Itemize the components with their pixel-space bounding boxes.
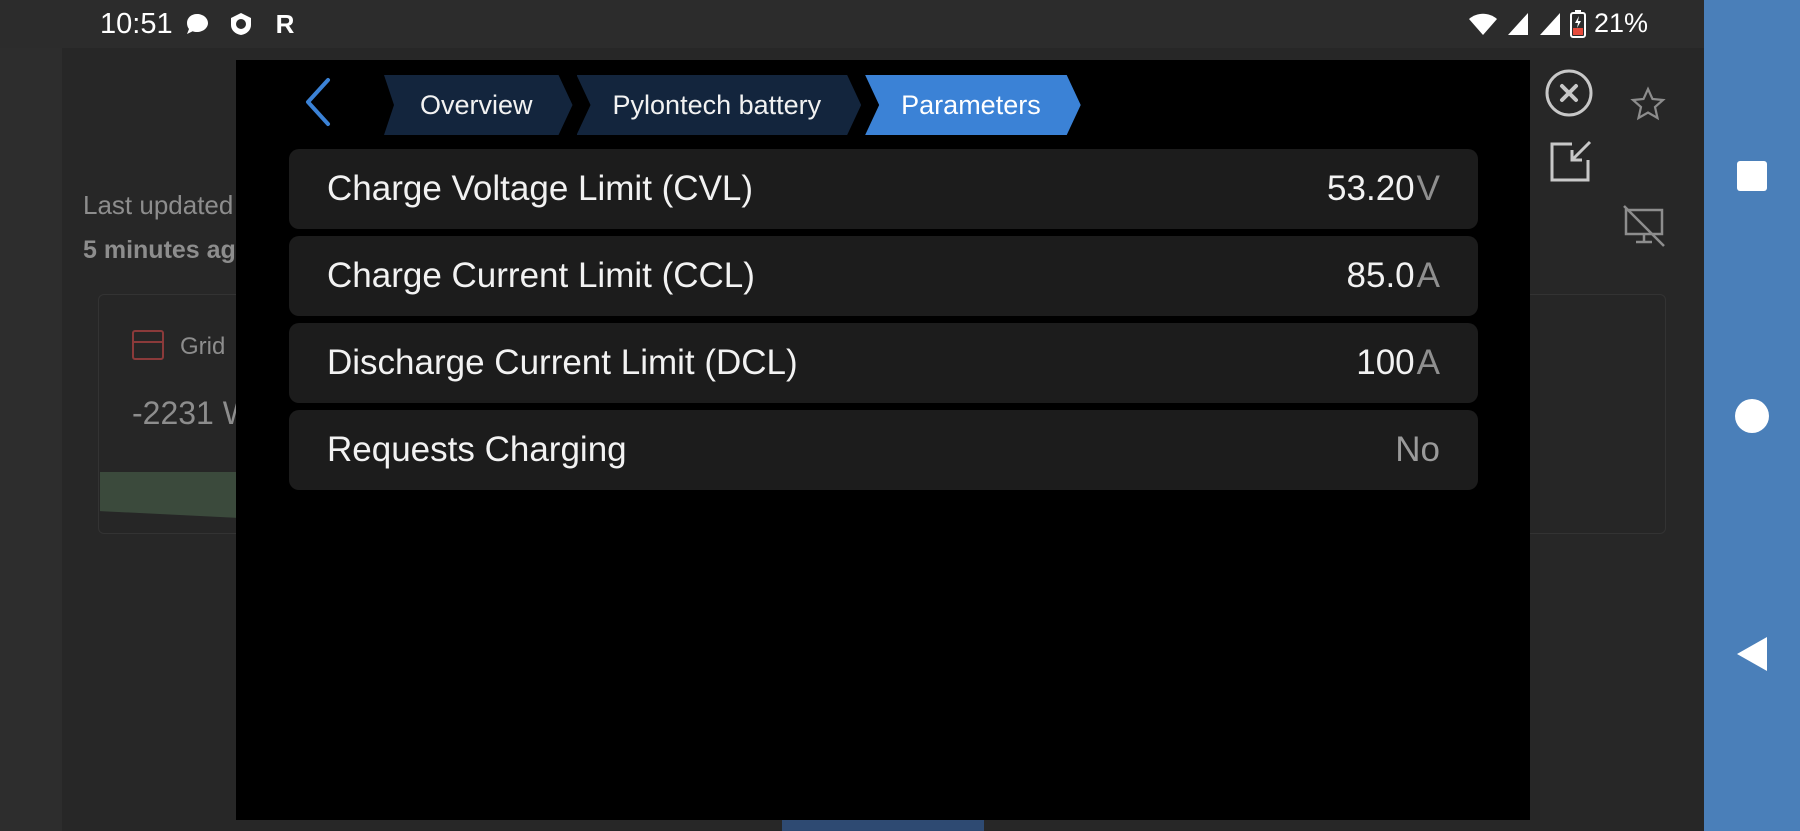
home-circle-icon[interactable]	[1734, 398, 1770, 434]
grid-graph	[100, 472, 240, 518]
param-label: Discharge Current Limit (DCL)	[327, 343, 798, 382]
status-bar: 10:51 R 21%	[0, 0, 1704, 48]
param-unit: V	[1416, 169, 1440, 208]
back-chevron-icon[interactable]	[298, 76, 338, 128]
last-updated-label: Last updated	[83, 190, 234, 220]
status-icons: 21%	[1468, 8, 1648, 39]
param-row-dcl: Discharge Current Limit (DCL) 100A	[289, 323, 1478, 403]
param-value: 100	[1356, 343, 1415, 382]
breadcrumb-pylontech-battery[interactable]: Pylontech battery	[577, 75, 862, 135]
battery-icon	[1569, 9, 1586, 38]
grid-value: -2231 W	[132, 395, 253, 431]
last-updated-value: 5 minutes ag	[83, 236, 236, 264]
chat-bubble-icon	[184, 11, 210, 37]
param-value: 85.0	[1346, 256, 1415, 295]
r-app-icon: R	[275, 8, 295, 39]
breadcrumb-label: Overview	[420, 90, 533, 120]
star-icon[interactable]	[1630, 86, 1666, 122]
grid-icon	[132, 330, 164, 360]
breadcrumb-parameters[interactable]: Parameters	[865, 75, 1081, 135]
param-value: 53.20	[1327, 169, 1415, 208]
close-icon[interactable]	[1544, 68, 1594, 118]
grid-label: Grid	[180, 333, 226, 360]
status-time: 10:51	[100, 8, 173, 40]
param-unit: A	[1416, 256, 1440, 295]
recents-square-icon[interactable]	[1736, 160, 1768, 192]
breadcrumb-overview[interactable]: Overview	[384, 75, 573, 135]
wifi-icon	[1468, 13, 1497, 35]
param-label: Requests Charging	[327, 430, 627, 469]
shield-app-icon	[228, 11, 254, 37]
param-value: No	[1395, 430, 1440, 469]
param-row-cvl: Charge Voltage Limit (CVL) 53.20V	[289, 149, 1478, 229]
cell-signal-icon	[1507, 12, 1528, 35]
param-label: Charge Voltage Limit (CVL)	[327, 169, 754, 208]
battery-percent: 21%	[1593, 8, 1648, 38]
param-row-requests-charging: Requests Charging No	[289, 410, 1478, 490]
breadcrumb-label: Parameters	[901, 90, 1041, 120]
back-triangle-icon[interactable]	[1735, 636, 1769, 672]
param-label: Charge Current Limit (CCL)	[327, 256, 755, 295]
cell-signal-icon-2	[1539, 12, 1560, 35]
bottom-logo	[782, 820, 984, 831]
breadcrumb: Overview Pylontech battery Parameters	[384, 75, 1085, 135]
param-row-ccl: Charge Current Limit (CCL) 85.0A	[289, 236, 1478, 316]
param-unit: A	[1416, 343, 1440, 382]
parameters-list: Charge Voltage Limit (CVL) 53.20V Charge…	[289, 149, 1478, 497]
popout-icon[interactable]	[1548, 138, 1594, 184]
monitor-off-icon[interactable]	[1620, 202, 1668, 250]
android-nav-bar	[1704, 0, 1800, 831]
breadcrumb-label: Pylontech battery	[612, 90, 822, 120]
